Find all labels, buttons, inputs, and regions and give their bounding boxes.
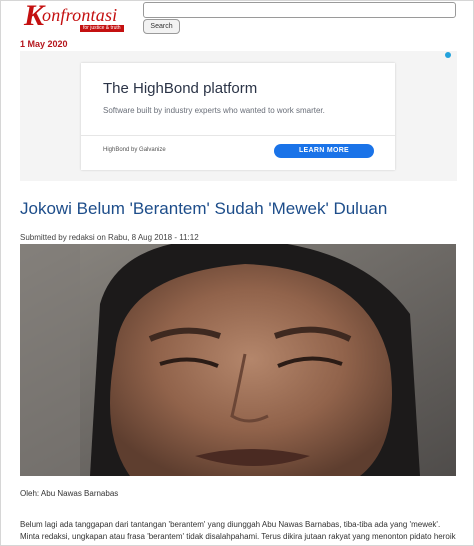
logo-text: onfrontasi: [42, 5, 118, 25]
logo-tagline: for justice & truth: [80, 25, 124, 32]
ad-title[interactable]: The HighBond platform: [103, 80, 257, 97]
ad-brand: HighBond by Galvanize: [103, 147, 166, 153]
ad-divider: [81, 135, 395, 136]
article-title[interactable]: Jokowi Belum 'Berantem' Sudah 'Mewek' Du…: [20, 199, 387, 219]
search-button[interactable]: Search: [143, 19, 180, 34]
ad-card[interactable]: The HighBond platform Software built by …: [81, 63, 395, 170]
advertisement[interactable]: The HighBond platform Software built by …: [20, 51, 457, 181]
adchoices-icon[interactable]: [445, 52, 451, 58]
paragraph-line: Belum lagi ada tanggapan dari tantangan …: [20, 520, 441, 529]
article-photo: [20, 244, 456, 476]
paragraph-line: Minta redaksi, ungkapan atau frasa 'bera…: [20, 532, 456, 541]
current-date: 1 May 2020: [20, 39, 68, 49]
search-input[interactable]: [143, 2, 456, 18]
portrait-image: [20, 244, 456, 476]
learn-more-button[interactable]: LEARN MORE: [274, 144, 374, 158]
author-line: Oleh: Abu Nawas Barnabas: [20, 489, 119, 498]
article-meta: Submitted by redaksi on Rabu, 8 Aug 2018…: [20, 233, 199, 242]
site-logo[interactable]: K onfrontasi for justice & truth: [20, 0, 132, 37]
ad-subtitle: Software built by industry experts who w…: [103, 106, 325, 115]
article-body: Belum lagi ada tanggapan dari tantangan …: [20, 519, 460, 543]
logo-letter: K: [24, 0, 45, 32]
